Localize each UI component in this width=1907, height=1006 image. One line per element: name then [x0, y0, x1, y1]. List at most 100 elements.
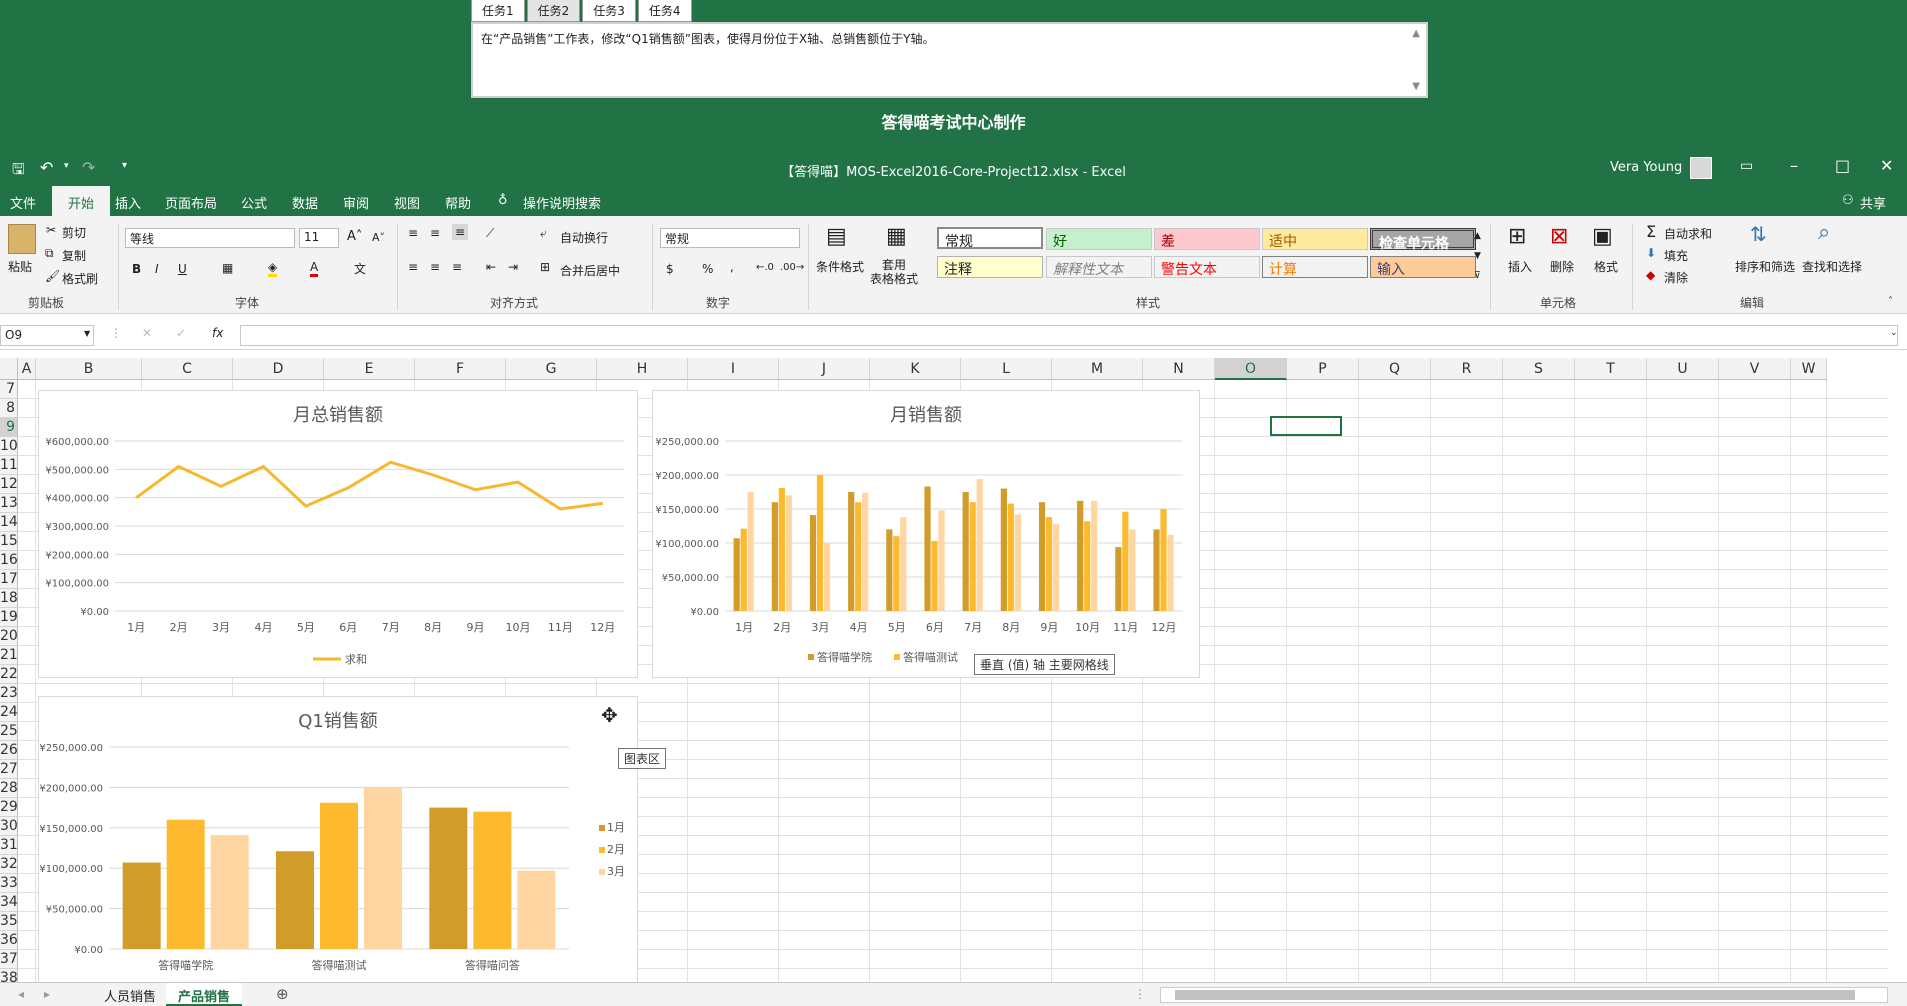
chart-monthly-sales[interactable]: 月销售额 ¥0.00 ¥50,000.00 ¥100,000.00 ¥150,000.…: [652, 390, 1200, 678]
conditional-format-icon[interactable]: ▤: [826, 224, 847, 249]
decrease-decimal-icon[interactable]: .00→: [780, 262, 804, 273]
row-header-29[interactable]: 29: [0, 798, 18, 817]
comma-icon[interactable]: ,: [730, 260, 734, 274]
insert-cells-icon[interactable]: ⊞: [1508, 224, 1526, 249]
row-header-24[interactable]: 24: [0, 703, 18, 722]
column-header-v[interactable]: V: [1719, 358, 1791, 380]
column-header-w[interactable]: W: [1791, 358, 1827, 380]
task-tab-2[interactable]: 任务2: [526, 0, 581, 22]
align-right-icon[interactable]: ≡: [452, 260, 462, 274]
row-header-12[interactable]: 12: [0, 475, 18, 494]
wrap-text-icon[interactable]: ⤶: [540, 226, 547, 241]
menu-file[interactable]: 文件: [10, 193, 36, 212]
phonetic-icon[interactable]: 文: [354, 260, 366, 277]
font-name-select[interactable]: 等线: [125, 228, 295, 248]
name-box[interactable]: O9: [0, 325, 94, 346]
chart-q1-sales[interactable]: Q1销售额 ¥0.00 ¥50,000.00 ¥100,000.00 ¥150,000…: [38, 696, 638, 982]
row-header-13[interactable]: 13: [0, 494, 18, 513]
menu-view[interactable]: 视图: [394, 193, 420, 212]
row-header-10[interactable]: 10: [0, 437, 18, 456]
delete-cells-button[interactable]: 删除: [1550, 258, 1574, 275]
row-header-16[interactable]: 16: [0, 551, 18, 570]
row-header-18[interactable]: 18: [0, 589, 18, 608]
format-as-table-button[interactable]: 套用 表格格式: [870, 258, 918, 286]
row-header-7[interactable]: 7: [0, 380, 18, 399]
column-header-h[interactable]: H: [597, 358, 688, 380]
column-header-c[interactable]: C: [142, 358, 233, 380]
decrease-font-icon[interactable]: A˅: [372, 231, 385, 244]
align-middle-icon[interactable]: ≡: [430, 226, 440, 240]
task-tab-1[interactable]: 任务1: [471, 0, 525, 22]
maximize-icon[interactable]: □: [1835, 156, 1850, 175]
row-header-26[interactable]: 26: [0, 741, 18, 760]
row-header-11[interactable]: 11: [0, 456, 18, 475]
name-box-dropdown-icon[interactable]: ▼: [84, 329, 90, 338]
format-cells-icon[interactable]: ▣: [1592, 224, 1613, 249]
row-header-34[interactable]: 34: [0, 893, 18, 912]
style-neutral[interactable]: 适中: [1262, 228, 1368, 250]
row-header-19[interactable]: 19: [0, 608, 18, 627]
insert-function-icon[interactable]: fx: [212, 326, 223, 340]
format-painter-icon[interactable]: 🖌: [45, 269, 60, 283]
task-tab-4[interactable]: 任务4: [637, 0, 692, 22]
sort-filter-icon[interactable]: ⇅: [1750, 222, 1767, 246]
scroll-down-icon[interactable]: ▼: [1412, 81, 1420, 92]
add-sheet-icon[interactable]: ⊕: [276, 985, 289, 1003]
style-input[interactable]: 输入: [1370, 256, 1476, 278]
autosum-icon[interactable]: Σ: [1646, 222, 1656, 241]
share-icon[interactable]: ⚇: [1842, 193, 1854, 208]
menu-help[interactable]: 帮助: [445, 193, 471, 212]
menu-insert[interactable]: 插入: [115, 193, 141, 212]
avatar[interactable]: [1690, 157, 1712, 179]
copy-button[interactable]: 复制: [62, 247, 86, 264]
percent-icon[interactable]: %: [702, 262, 713, 276]
paste-button[interactable]: 粘贴: [8, 258, 32, 275]
align-center-icon[interactable]: ≡: [430, 260, 440, 274]
orientation-icon[interactable]: ⟋: [486, 226, 494, 241]
conditional-format-button[interactable]: 条件格式: [816, 258, 864, 275]
collapse-ribbon-icon[interactable]: ˄: [1888, 296, 1893, 307]
style-good[interactable]: 好: [1046, 228, 1152, 250]
style-calculation[interactable]: 计算: [1262, 256, 1368, 278]
sheet-tab-people-sales[interactable]: 人员销售: [92, 983, 168, 1006]
minimize-icon[interactable]: –: [1790, 156, 1798, 175]
horizontal-scrollbar[interactable]: [1160, 987, 1888, 1003]
column-header-o[interactable]: O: [1215, 358, 1287, 380]
column-header-k[interactable]: K: [870, 358, 961, 380]
formula-input[interactable]: [240, 325, 1898, 346]
next-sheet-icon[interactable]: ▸: [44, 987, 50, 1001]
format-painter-button[interactable]: 格式刷: [62, 270, 98, 287]
user-name[interactable]: Vera Young: [1610, 160, 1682, 175]
menu-data[interactable]: 数据: [292, 193, 318, 212]
select-all-corner[interactable]: [0, 358, 18, 380]
prev-sheet-icon[interactable]: ◂: [18, 987, 24, 1001]
fill-icon[interactable]: ⬇: [1646, 246, 1656, 260]
row-header-31[interactable]: 31: [0, 836, 18, 855]
column-header-e[interactable]: E: [324, 358, 415, 380]
expand-formula-icon[interactable]: ⌄: [1890, 328, 1898, 338]
column-header-r[interactable]: R: [1431, 358, 1503, 380]
style-explanatory[interactable]: 解释性文本: [1046, 256, 1152, 278]
merge-icon[interactable]: ⊞: [540, 260, 550, 274]
horizontal-scroll-thumb[interactable]: [1175, 990, 1855, 1000]
row-header-14[interactable]: 14: [0, 513, 18, 532]
row-header-32[interactable]: 32: [0, 855, 18, 874]
row-header-15[interactable]: 15: [0, 532, 18, 551]
style-check-cell[interactable]: 检查单元格: [1370, 228, 1476, 252]
menu-page-layout[interactable]: 页面布局: [165, 193, 217, 212]
column-header-d[interactable]: D: [233, 358, 324, 380]
column-header-s[interactable]: S: [1503, 358, 1575, 380]
format-cells-button[interactable]: 格式: [1594, 258, 1618, 275]
column-header-f[interactable]: F: [415, 358, 506, 380]
currency-icon[interactable]: $: [666, 262, 674, 276]
find-select-icon[interactable]: ⌕: [1818, 220, 1830, 245]
row-header-33[interactable]: 33: [0, 874, 18, 893]
column-header-t[interactable]: T: [1575, 358, 1647, 380]
autosum-button[interactable]: 自动求和: [1664, 225, 1712, 242]
task-instruction-box[interactable]: 在“产品销售”工作表，修改“Q1销售额”图表，使得月份位于X轴、总销售额位于Y轴…: [471, 22, 1428, 98]
cut-icon[interactable]: ✂: [46, 223, 56, 237]
cut-button[interactable]: 剪切: [62, 224, 86, 241]
format-as-table-icon[interactable]: ▦: [886, 224, 907, 249]
style-bad[interactable]: 差: [1154, 228, 1260, 250]
row-header-22[interactable]: 22: [0, 665, 18, 684]
